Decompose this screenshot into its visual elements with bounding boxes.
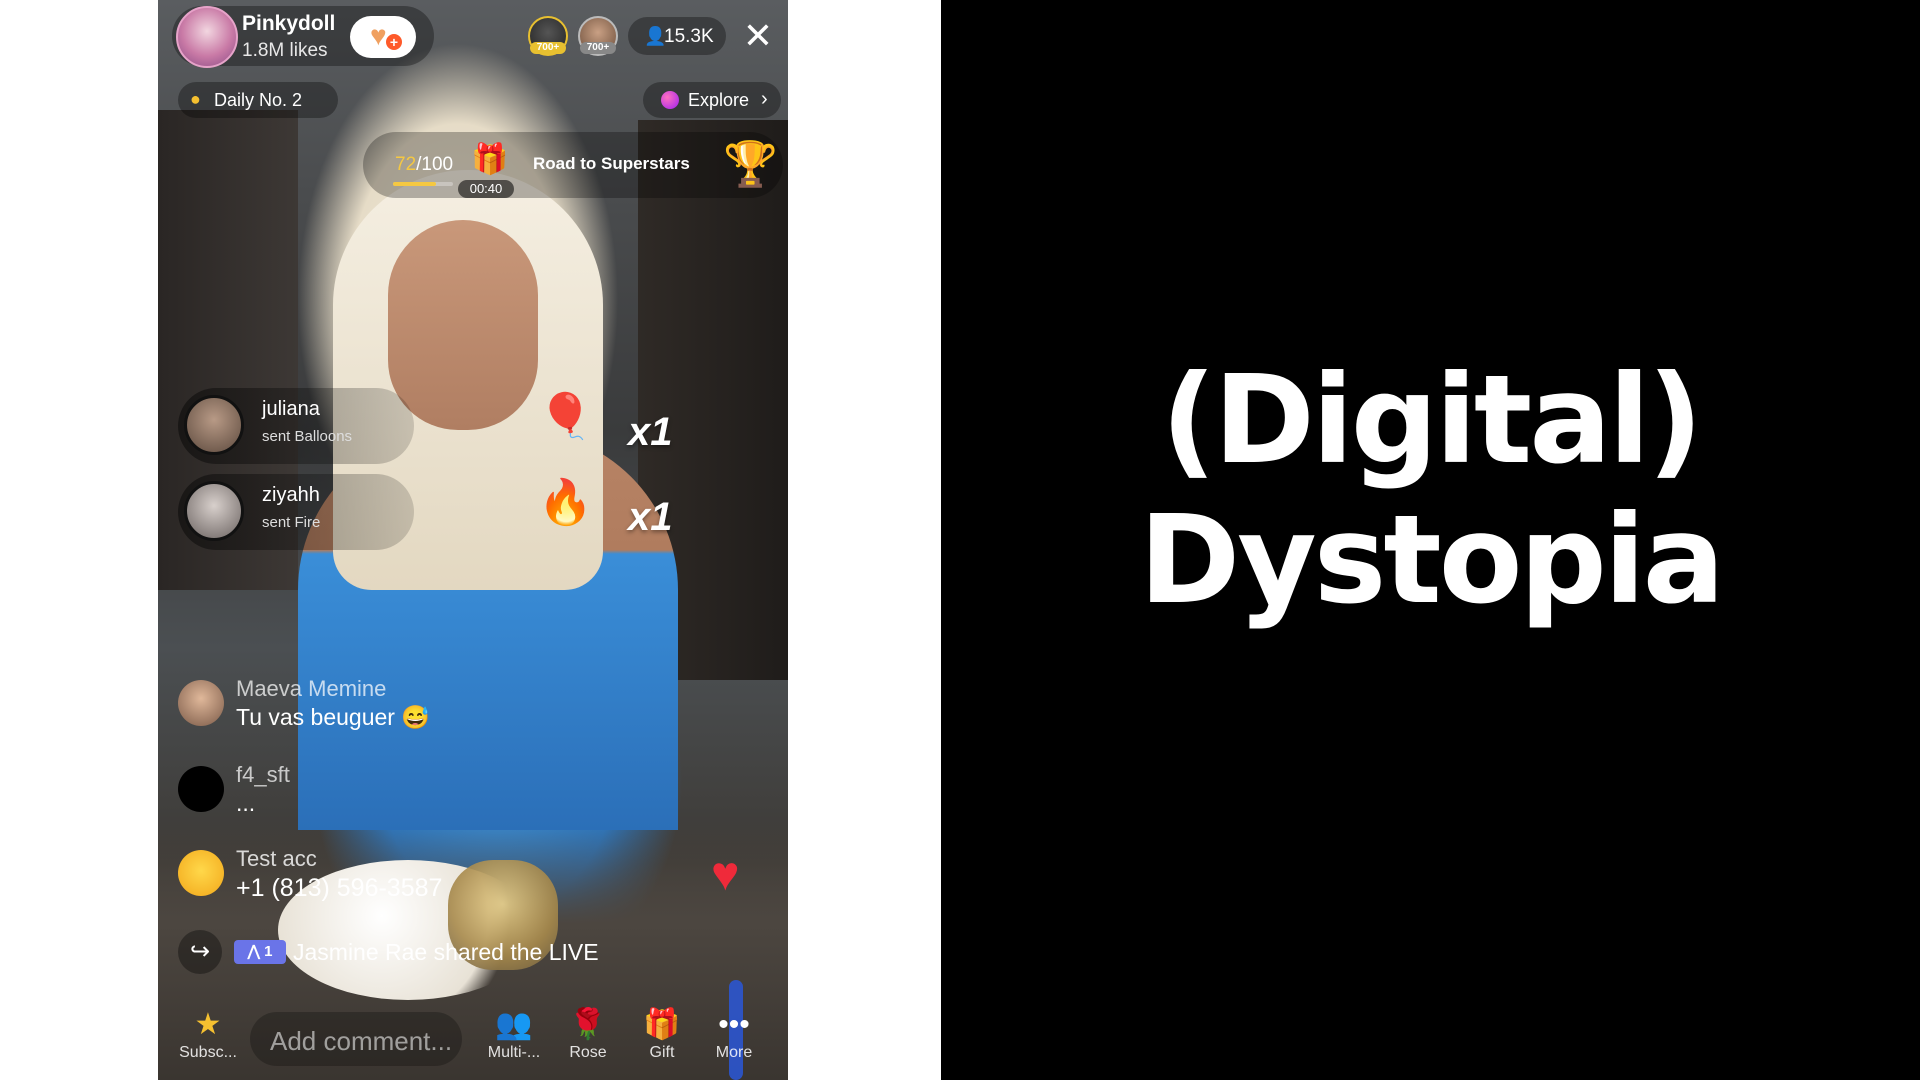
commenter-name[interactable]: Test acc [236, 846, 317, 872]
progress-bar [393, 182, 453, 186]
host-avatar[interactable] [176, 6, 238, 68]
comment-text: +1 (813) 596-3587 [236, 874, 443, 902]
top-viewer-badge: 700+ [580, 42, 616, 54]
heart-plus-icon: ♥ [370, 20, 387, 51]
more-dots-icon: ••• [718, 1008, 750, 1041]
gift-action: sent Fire [262, 514, 321, 531]
flame-icon: ● [190, 89, 201, 109]
gift-icon: 🎁 [643, 1008, 681, 1041]
progress-timer: 00:40 [458, 180, 514, 198]
slide-title: (Digital) Dystopia [941, 350, 1920, 630]
fire-icon: 🔥 [538, 478, 593, 527]
road-to-superstars-banner[interactable]: 72/100 🎁 00:40 Road to Superstars 🏆 [363, 132, 783, 198]
gift-count: x1 [628, 410, 673, 454]
multi-guest-button[interactable]: 👥 Multi-... [484, 1008, 544, 1062]
viewer-count-button[interactable]: 👤 15.3K [628, 17, 726, 55]
gifter-avatar[interactable] [184, 481, 244, 541]
subscribe-button[interactable]: ★ Subsc... [178, 1008, 238, 1062]
multi-guest-label: Multi-... [487, 1044, 541, 1061]
follow-button[interactable]: ♥ + [350, 16, 416, 58]
gift-button[interactable]: 🎁 Gift [632, 1008, 692, 1062]
live-stream-frame: Pinkydoll 1.8M likes ♥ + 700+ 700+ 👤 15.… [158, 0, 788, 1080]
gifter-name: ziyahh [262, 484, 320, 506]
gift-notification: ziyahh sent Fire [178, 474, 414, 550]
top-viewer-badge: 700+ [530, 42, 566, 54]
rose-icon: 🌹 [569, 1008, 607, 1041]
planet-icon [661, 91, 679, 109]
subscribe-label: Subsc... [179, 1044, 237, 1061]
host-likes: 1.8M likes [242, 40, 328, 61]
close-icon[interactable]: ✕ [740, 18, 776, 54]
explore-button[interactable]: Explore › [643, 82, 781, 118]
road-to-superstars-label: Road to Superstars [533, 154, 690, 173]
star-icon: ★ [194, 1008, 222, 1041]
daily-rank-label: Daily No. 2 [214, 90, 303, 110]
progress-total: /100 [416, 154, 454, 175]
viewer-count: 15.3K [664, 26, 714, 47]
more-button[interactable]: ••• More [704, 1008, 764, 1062]
share-notification: ↪ ⋀ 1 Jasmine Rae shared the LIVE [178, 930, 698, 974]
host-name: Pinkydoll [242, 12, 336, 35]
streamer-face [388, 220, 538, 430]
comment-input[interactable]: Add comment... [250, 1012, 462, 1066]
daily-rank-pill[interactable]: ● Daily No. 2 [178, 82, 338, 118]
commenter-avatar[interactable] [178, 766, 224, 812]
rose-label: Rose [569, 1044, 607, 1061]
comment-placeholder: Add comment... [270, 1026, 453, 1056]
share-arrow-icon[interactable]: ↪ [178, 930, 222, 974]
gifter-avatar[interactable] [184, 395, 244, 455]
gift-box-icon: 🎁 [471, 143, 509, 176]
gift-label: Gift [649, 1044, 675, 1061]
bottom-toolbar: ★ Subsc... Add comment... 👥 Multi-... 🌹 … [158, 1000, 788, 1080]
multi-guest-icon: 👥 [495, 1008, 533, 1041]
more-label: More [715, 1044, 753, 1061]
share-level-badge: ⋀ 1 [234, 940, 286, 964]
plus-icon: + [386, 34, 402, 50]
balloons-icon: 🎈 [538, 392, 593, 441]
share-text: Jasmine Rae shared the LIVE [293, 939, 599, 965]
commenter-avatar[interactable] [178, 850, 224, 896]
heart-icon: ♥ [711, 848, 740, 901]
slide-title-line2: Dystopia [1138, 489, 1725, 631]
progress-count: 72/100 [395, 154, 453, 176]
gift-notification: juliana sent Balloons [178, 388, 414, 464]
commenter-name[interactable]: f4_sft [236, 762, 290, 788]
gift-count: x1 [628, 495, 673, 539]
share-badge-number: 1 [264, 943, 273, 960]
chevron-right-icon: › [761, 88, 768, 110]
commenter-avatar[interactable] [178, 680, 224, 726]
progress-bar-fill [393, 182, 437, 186]
rose-button[interactable]: 🌹 Rose [558, 1008, 618, 1062]
gift-action: sent Balloons [262, 428, 353, 445]
progress-current: 72 [395, 154, 417, 175]
comment-text: ... [236, 790, 256, 816]
commenter-name[interactable]: Maeva Memine [236, 676, 386, 702]
gifter-name: juliana [262, 398, 320, 420]
slide-title-line1: (Digital) [1160, 349, 1703, 491]
comment-text: Tu vas beuguer 😅 [236, 704, 430, 730]
explore-label: Explore [688, 90, 750, 110]
trophy-icon: 🏆 [723, 140, 778, 189]
